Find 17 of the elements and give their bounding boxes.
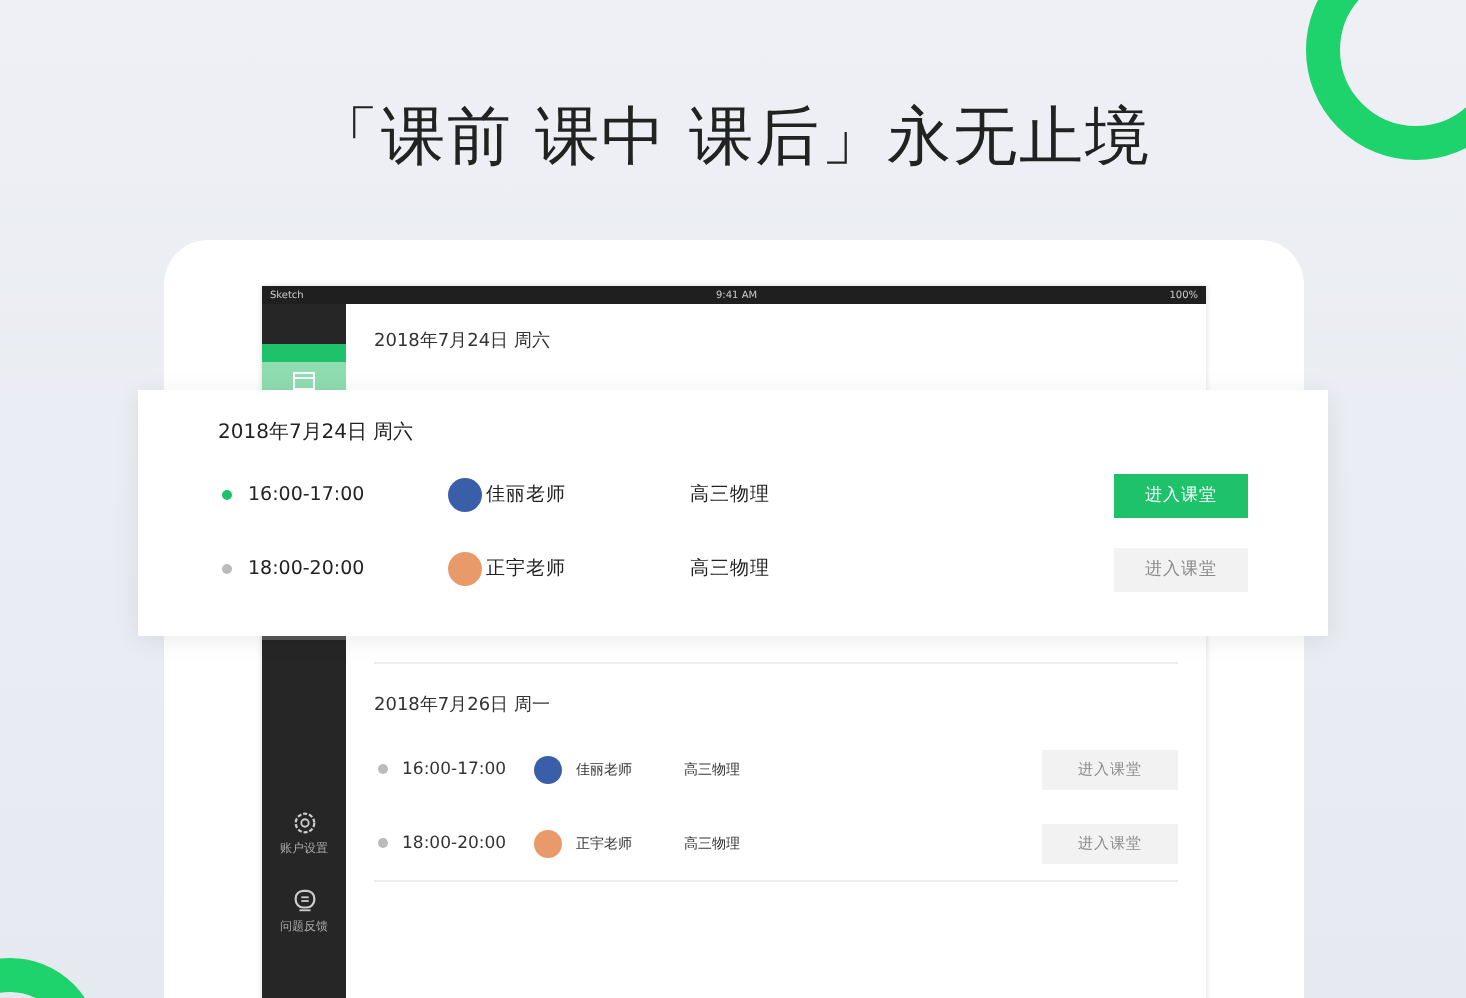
subject-label: 高三物理 xyxy=(690,482,772,508)
chat-icon xyxy=(291,888,317,914)
lesson-time: 18:00-20:00 xyxy=(248,558,367,580)
headline: 「课前 课中 课后」永无止境 xyxy=(314,96,1152,178)
enter-class-button[interactable]: 进入课堂 xyxy=(1114,547,1248,591)
enter-class-button[interactable]: 进入课堂 xyxy=(1114,473,1248,517)
calendar-nav-item[interactable] xyxy=(262,344,346,390)
subject-label: 高三物理 xyxy=(690,556,772,582)
teacher-name: 正宇老师 xyxy=(486,556,568,582)
lesson-time: 18:00-20:00 xyxy=(402,833,509,853)
lesson-time: 16:00-17:00 xyxy=(402,759,509,779)
date-heading: 2018年7月24日 周六 xyxy=(374,329,552,356)
settings-icon xyxy=(291,810,317,836)
lesson-time: 16:00-17:00 xyxy=(248,484,367,506)
date-heading: 2018年7月26日 周一 xyxy=(374,693,552,720)
teacher-name: 佳丽老师 xyxy=(486,482,568,508)
date-heading: 2018年7月24日 周六 xyxy=(218,419,416,448)
